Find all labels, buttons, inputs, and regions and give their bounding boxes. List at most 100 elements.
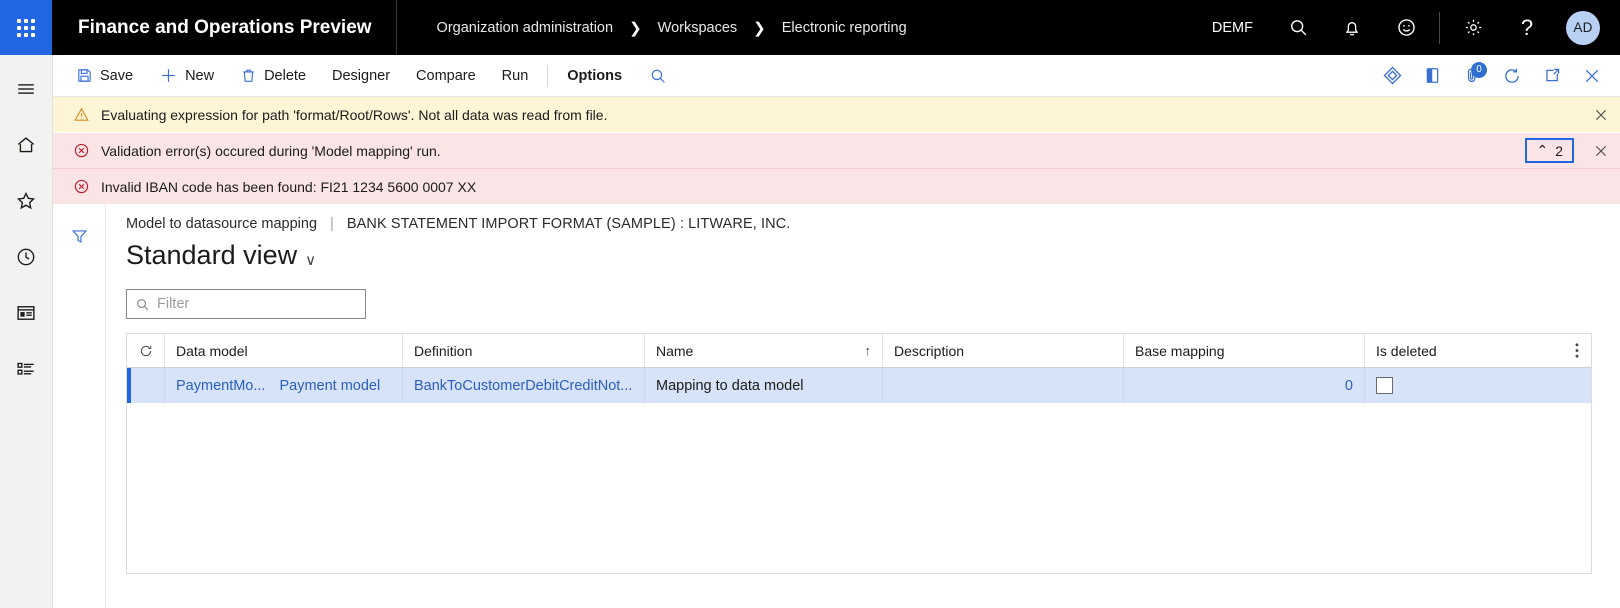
grid-column-header-base-mapping[interactable]: Base mapping [1124, 334, 1365, 367]
save-button[interactable]: Save [63, 55, 146, 97]
grid-column-header-is-deleted[interactable]: Is deleted [1365, 334, 1563, 367]
chevron-down-icon: ∨ [305, 251, 317, 269]
save-label: Save [100, 67, 134, 84]
warning-message-bar: Evaluating expression for path 'format/R… [53, 97, 1620, 133]
data-model-name: Payment model [279, 377, 381, 394]
save-floppy-icon [76, 67, 93, 84]
column-label: Base mapping [1135, 342, 1225, 359]
office-app-icon[interactable] [1412, 55, 1452, 97]
action-bar-right: 0 [1372, 55, 1620, 97]
error-message-bar: Validation error(s) occured during 'Mode… [53, 133, 1620, 169]
delete-label: Delete [264, 67, 306, 84]
modules-list-icon[interactable] [6, 349, 46, 389]
view-selector[interactable]: Standard view ∨ [126, 240, 316, 271]
close-icon[interactable] [1572, 55, 1612, 97]
search-icon [135, 297, 150, 312]
action-bar: Save New Delete Designer Compare Run Opt… [53, 55, 1620, 97]
error-circle-icon [69, 142, 93, 159]
close-icon[interactable] [1582, 97, 1620, 132]
close-icon[interactable] [1582, 133, 1620, 168]
feedback-smiley-icon[interactable] [1379, 0, 1433, 55]
search-icon[interactable] [1271, 0, 1325, 55]
chevron-right-icon: ❯ [629, 19, 642, 37]
action-divider [547, 64, 549, 87]
settings-gear-icon[interactable] [1446, 0, 1500, 55]
data-grid: Data model Definition Name ↑ Description [126, 333, 1592, 574]
delete-button[interactable]: Delete [227, 55, 319, 97]
recent-clock-icon[interactable] [6, 237, 46, 277]
grid-column-header-description[interactable]: Description [883, 334, 1124, 367]
error-message-text: Validation error(s) occured during 'Mode… [101, 142, 441, 159]
page-main: Model to datasource mapping | BANK STATE… [106, 204, 1620, 608]
column-options-icon[interactable] [1563, 334, 1591, 367]
page-body: Model to datasource mapping | BANK STATE… [53, 204, 1620, 608]
new-label: New [185, 67, 215, 84]
compare-button[interactable]: Compare [403, 55, 489, 97]
grid-refresh-button[interactable] [127, 334, 165, 367]
hamburger-menu-icon[interactable] [6, 69, 46, 109]
caret-up-icon: ⌃ [1536, 142, 1549, 158]
workspaces-icon[interactable] [6, 293, 46, 333]
grid-column-header-definition[interactable]: Definition [403, 334, 645, 367]
main-content: Save New Delete Designer Compare Run Opt… [53, 55, 1620, 608]
breadcrumb-item-electronic-reporting[interactable]: Electronic reporting [778, 20, 911, 36]
collapse-errors-button[interactable]: ⌃ 2 [1525, 138, 1574, 163]
search-icon[interactable] [635, 67, 681, 85]
column-label: Is deleted [1376, 342, 1437, 359]
grid-column-header-name[interactable]: Name ↑ [645, 334, 883, 367]
favorites-star-icon[interactable] [6, 181, 46, 221]
breadcrumb-item-workspaces[interactable]: Workspaces [654, 20, 742, 36]
cell-is-deleted [1365, 368, 1591, 403]
designer-button[interactable]: Designer [319, 55, 403, 97]
attachments-icon[interactable]: 0 [1452, 55, 1492, 97]
cell-name[interactable]: Mapping to data model [645, 368, 883, 403]
top-navigation-actions: DEMF ? AD [1194, 0, 1620, 55]
attachment-count-badge: 0 [1471, 61, 1487, 78]
options-button[interactable]: Options [554, 55, 635, 97]
cell-definition[interactable]: BankToCustomerDebitCreditNot... [403, 368, 645, 403]
column-label: Name [656, 342, 694, 359]
error-detail-message-bar: Invalid IBAN code has been found: FI21 1… [53, 169, 1620, 204]
open-in-new-window-icon[interactable] [1532, 55, 1572, 97]
caption-divider: | [330, 216, 334, 232]
run-button[interactable]: Run [489, 55, 542, 97]
column-label: Data model [176, 342, 248, 359]
app-launcher-button[interactable] [0, 0, 52, 55]
new-button[interactable]: New [146, 55, 227, 97]
home-icon[interactable] [6, 125, 46, 165]
chevron-right-icon: ❯ [753, 19, 766, 37]
personalize-diamond-icon[interactable] [1372, 55, 1412, 97]
data-model-id: PaymentMo... [176, 377, 266, 394]
left-navigation-rail [0, 55, 53, 608]
table-row[interactable]: PaymentMo... Payment model BankToCustome… [127, 368, 1591, 403]
page-caption-secondary: BANK STATEMENT IMPORT FORMAT (SAMPLE) : … [346, 216, 791, 232]
refresh-icon[interactable] [1492, 55, 1532, 97]
cell-data-model[interactable]: PaymentMo... Payment model [165, 368, 403, 403]
filter-pane-rail [53, 204, 106, 608]
grid-header-row: Data model Definition Name ↑ Description [127, 334, 1591, 368]
breadcrumb-item-organization-administration[interactable]: Organization administration [433, 20, 618, 36]
help-glyph: ? [1520, 14, 1534, 40]
row-indicator-cell [131, 368, 165, 403]
filter-input-container[interactable] [126, 289, 366, 319]
app-title: Finance and Operations Preview [78, 17, 372, 38]
plus-icon [159, 66, 178, 85]
filter-funnel-icon[interactable] [59, 216, 99, 256]
warning-triangle-icon [69, 106, 93, 123]
filter-input[interactable] [157, 296, 357, 312]
notification-bell-icon[interactable] [1325, 0, 1379, 55]
error-detail-text: Invalid IBAN code has been found: FI21 1… [101, 178, 477, 195]
error-count: 2 [1555, 142, 1563, 159]
page-caption: Model to datasource mapping | BANK STATE… [126, 216, 1620, 232]
cell-base-mapping[interactable]: 0 [1124, 368, 1365, 403]
grid-empty-area [127, 403, 1591, 573]
nav-divider [1439, 11, 1440, 44]
company-selector[interactable]: DEMF [1194, 20, 1271, 36]
cell-description[interactable] [883, 368, 1124, 403]
avatar[interactable]: AD [1566, 10, 1600, 45]
help-question-icon[interactable]: ? [1500, 0, 1554, 55]
grid-column-header-data-model[interactable]: Data model [165, 334, 403, 367]
is-deleted-checkbox[interactable] [1376, 377, 1393, 394]
sort-ascending-icon: ↑ [864, 343, 872, 358]
top-navigation-bar: Finance and Operations Preview Organizat… [0, 0, 1620, 55]
